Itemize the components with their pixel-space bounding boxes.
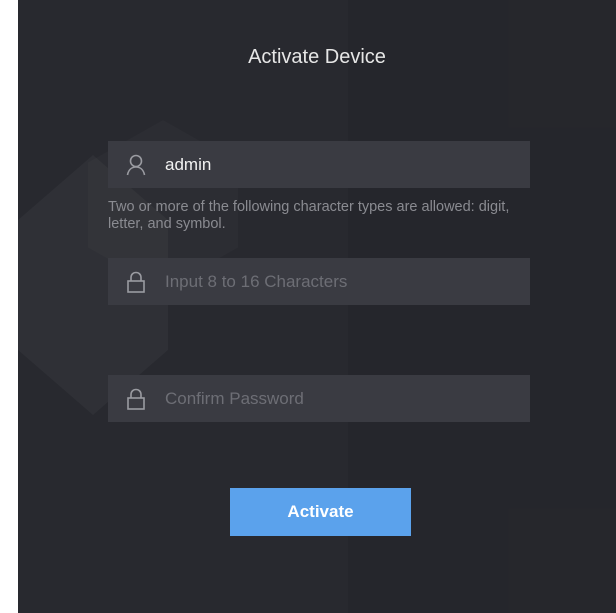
lock-icon (125, 388, 147, 410)
confirm-password-field[interactable]: Confirm Password (108, 375, 530, 422)
dialog-title: Activate Device (248, 46, 386, 68)
username-value: admin (165, 154, 212, 174)
activate-button[interactable]: Activate (230, 488, 411, 536)
activate-device-dialog: Activate Device admin Two or more of the… (18, 0, 616, 613)
lock-icon (125, 271, 147, 293)
username-field[interactable]: admin (108, 141, 530, 188)
confirm-password-placeholder: Confirm Password (165, 388, 304, 408)
password-field[interactable]: Input 8 to 16 Characters (108, 258, 530, 305)
user-icon (125, 154, 147, 176)
password-hint: Two or more of the following character t… (108, 199, 510, 232)
password-placeholder: Input 8 to 16 Characters (165, 271, 348, 291)
